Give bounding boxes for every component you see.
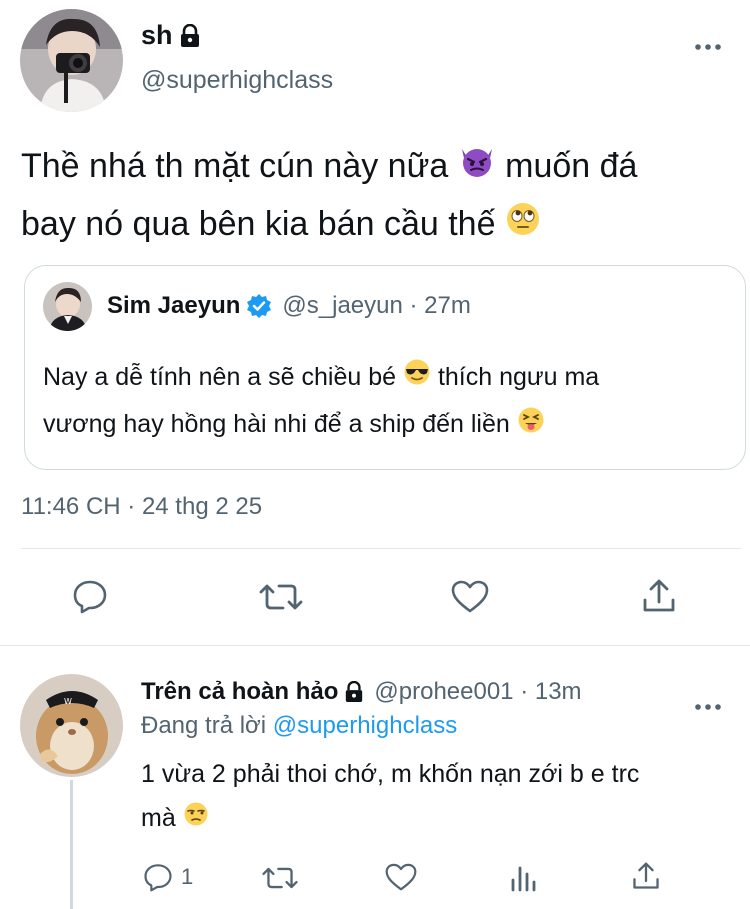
reply-count: 1 bbox=[181, 864, 194, 889]
reply-button[interactable]: 1 bbox=[143, 862, 193, 892]
reply-header: Trên cả hoàn hảo @prohee001 · 13m bbox=[141, 678, 582, 706]
replying-prefix: Đang trả lời bbox=[141, 712, 267, 739]
svg-text:W: W bbox=[64, 697, 72, 706]
more-options-icon[interactable] bbox=[695, 30, 721, 56]
retweet-button[interactable] bbox=[259, 580, 303, 614]
main-tweet-line1b: muốn đá bbox=[505, 147, 638, 185]
reply-button[interactable] bbox=[72, 578, 108, 614]
reply-text: 1 vừa 2 phải thoi chớ, m khốn nạn zới b … bbox=[141, 752, 731, 841]
avatar-main[interactable] bbox=[20, 9, 123, 112]
heart-icon bbox=[385, 863, 417, 891]
quote-line1b: thích ngưu ma bbox=[437, 363, 600, 391]
devil-face-icon bbox=[458, 140, 496, 196]
analytics-button[interactable] bbox=[510, 862, 538, 892]
sunglasses-face-icon bbox=[403, 355, 431, 401]
reply-icon bbox=[144, 864, 172, 892]
rolling-eyes-icon bbox=[505, 198, 541, 254]
divider bbox=[0, 645, 750, 646]
unamused-face-icon bbox=[183, 797, 209, 841]
reply-handle[interactable]: @prohee001 · 13m bbox=[374, 678, 581, 706]
main-display-name[interactable]: sh bbox=[141, 20, 173, 51]
analytics-icon bbox=[511, 866, 536, 892]
quote-line1a: Nay a dễ tính nên a sẽ chiều bé bbox=[43, 363, 397, 391]
main-tweet-text: Thề nhá th mặt cún này nữa muốn đá bay n… bbox=[21, 138, 731, 254]
share-button[interactable] bbox=[632, 861, 660, 891]
share-icon bbox=[643, 579, 675, 612]
replying-to: Đang trả lời @superhighclass bbox=[141, 712, 457, 740]
reply-display-name[interactable]: Trên cả hoàn hảo bbox=[141, 678, 338, 706]
lock-icon bbox=[180, 23, 199, 47]
quoted-tweet-card[interactable]: Sim Jaeyun @s_jaeyun · 27m Nay a dễ tính… bbox=[24, 265, 746, 470]
reply-line1: 1 vừa 2 phải thoi chớ, m khốn nạn zới b … bbox=[141, 760, 640, 788]
avatar-reply[interactable]: W bbox=[20, 674, 123, 777]
tongue-wink-face-icon bbox=[517, 403, 545, 449]
quote-text: Nay a dễ tính nên a sẽ chiều bé thích ng… bbox=[43, 354, 733, 449]
more-options-icon[interactable] bbox=[695, 690, 721, 716]
share-button[interactable] bbox=[642, 578, 676, 614]
main-author-name[interactable]: sh bbox=[141, 20, 201, 51]
like-button[interactable] bbox=[385, 863, 417, 892]
main-tweet-line2: bay nó qua bên kia bán cầu thế bbox=[21, 205, 496, 244]
divider bbox=[21, 548, 741, 549]
share-icon bbox=[633, 862, 659, 889]
thread-connector-line bbox=[70, 780, 73, 909]
main-tweet-line1: Thề nhá th mặt cún này nữa bbox=[21, 147, 449, 185]
retweet-button[interactable] bbox=[261, 864, 299, 892]
main-handle[interactable]: @superhighclass bbox=[141, 66, 333, 95]
lock-icon bbox=[346, 681, 363, 702]
heart-icon bbox=[451, 580, 489, 613]
quote-header: Sim Jaeyun @s_jaeyun · 27m bbox=[107, 292, 471, 320]
quote-handle[interactable]: @s_jaeyun · 27m bbox=[282, 292, 470, 320]
quote-line2: vương hay hồng hài nhi để a ship đến liề… bbox=[43, 410, 510, 439]
avatar-quote[interactable] bbox=[43, 282, 92, 331]
replying-mention-link[interactable]: @superhighclass bbox=[273, 712, 457, 739]
retweet-icon bbox=[262, 867, 298, 889]
reply-line2: mà bbox=[141, 804, 176, 832]
retweet-icon bbox=[259, 584, 303, 610]
like-button[interactable] bbox=[451, 580, 489, 614]
reply-icon bbox=[73, 580, 107, 614]
tweet-timestamp[interactable]: 11:46 CH · 24 thg 2 25 bbox=[21, 493, 262, 521]
verified-badge-icon bbox=[247, 294, 272, 318]
quote-display-name[interactable]: Sim Jaeyun bbox=[107, 292, 240, 320]
